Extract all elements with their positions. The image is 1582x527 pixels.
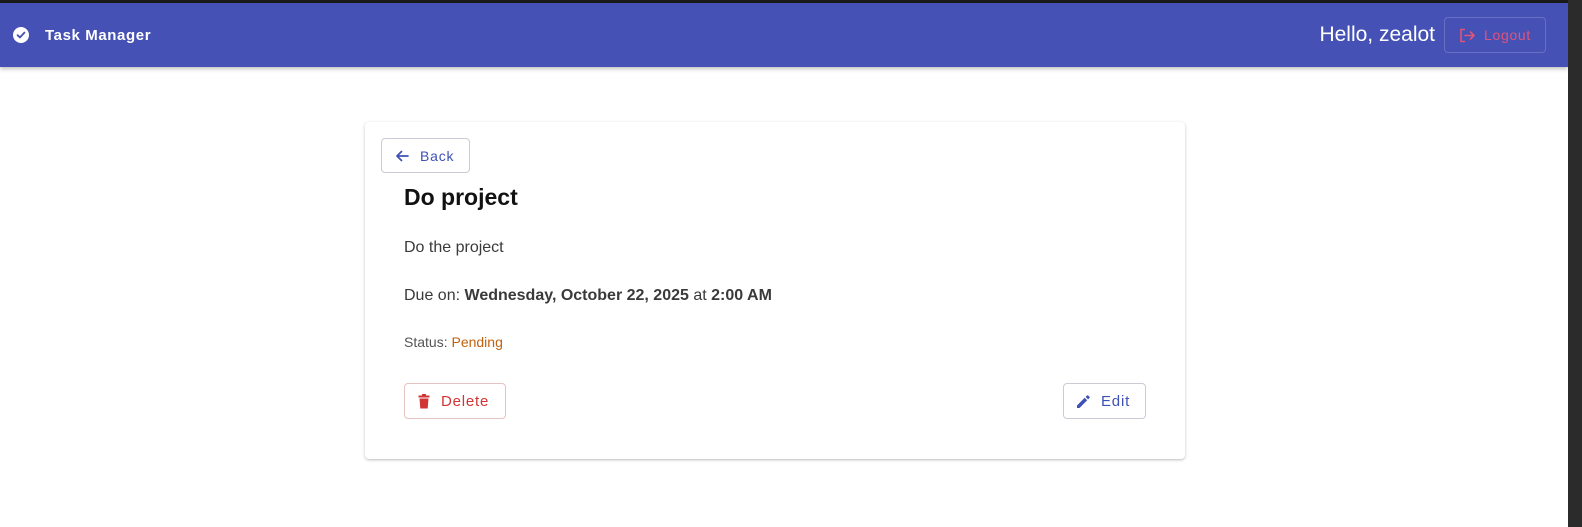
user-greeting: Hello, zealot	[1319, 23, 1435, 46]
logout-button[interactable]: Logout	[1444, 17, 1546, 53]
task-title: Do project	[404, 184, 518, 210]
logout-icon	[1460, 28, 1475, 42]
task-due: Due on: Wednesday, October 22, 2025 at 2…	[404, 287, 772, 305]
task-status: Status: Pending	[404, 334, 503, 350]
task-description: Do the project	[404, 239, 504, 256]
user-area: Hello, zealot Logout	[1319, 17, 1546, 53]
task-detail-card: Back Do project Do the project Due on: W…	[365, 122, 1185, 459]
pencil-icon	[1077, 394, 1090, 408]
edit-label: Edit	[1101, 392, 1131, 410]
brand: Task Manager	[13, 27, 151, 44]
due-time: 2:00 AM	[711, 287, 772, 304]
status-badge: Pending	[451, 334, 503, 350]
back-label: Back	[420, 147, 455, 164]
check-circle-icon	[13, 27, 29, 43]
due-at: at	[693, 287, 707, 304]
app-window: Task Manager Hello, zealot Logout Back D…	[0, 0, 1568, 527]
app-title: Task Manager	[45, 26, 152, 44]
arrow-left-icon	[396, 150, 409, 161]
edit-button[interactable]: Edit	[1063, 383, 1146, 419]
delete-button[interactable]: Delete	[404, 383, 506, 419]
status-label: Status:	[404, 334, 448, 350]
logout-label: Logout	[1483, 27, 1532, 43]
right-gutter	[1568, 0, 1582, 527]
trash-icon	[418, 393, 430, 408]
back-button[interactable]: Back	[381, 138, 470, 173]
due-prefix: Due on:	[404, 287, 461, 304]
due-date: Wednesday, October 22, 2025	[464, 287, 689, 304]
app-bar: Task Manager Hello, zealot Logout	[0, 3, 1568, 67]
delete-label: Delete	[441, 392, 490, 410]
